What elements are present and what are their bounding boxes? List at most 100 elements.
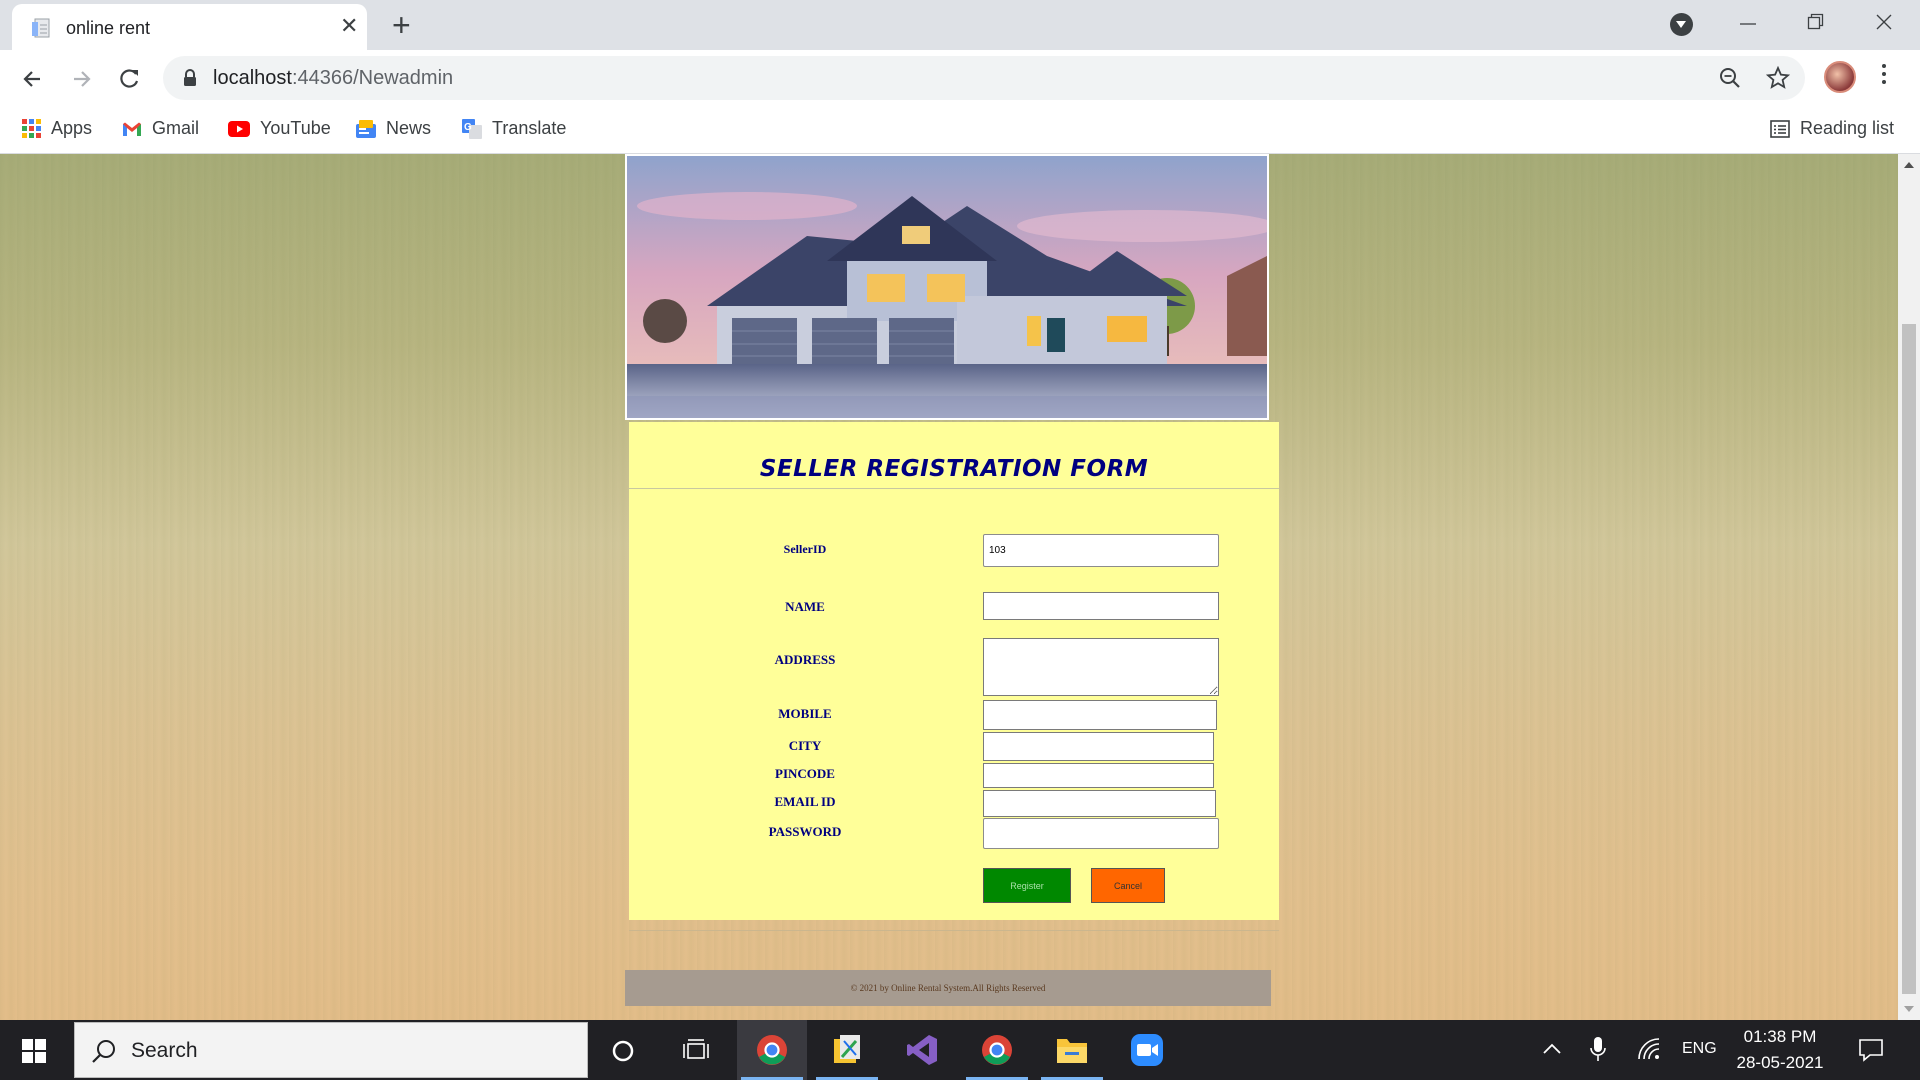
browser-tabstrip: online rent ✕ + — [0, 0, 1920, 50]
zoom-icon[interactable] — [1718, 66, 1742, 90]
svg-text:G: G — [464, 122, 472, 133]
reading-list-button[interactable]: Reading list — [1770, 118, 1894, 139]
windows-taskbar: Search ENG 01:38 PM 28-05-2021 — [0, 1020, 1920, 1080]
taskbar-search-box[interactable]: Search — [74, 1022, 588, 1078]
bookmarks-bar: Apps Gmail YouTube News G Translate Read… — [0, 106, 1920, 154]
register-button[interactable]: Register — [983, 868, 1071, 903]
house-photo — [627, 156, 1267, 418]
reading-list-label: Reading list — [1800, 118, 1895, 138]
close-window-icon[interactable] — [1874, 12, 1894, 32]
chrome-icon — [757, 1035, 787, 1065]
pincode-label: PINCODE — [775, 766, 835, 781]
restore-icon[interactable] — [1806, 12, 1826, 32]
address-bar[interactable]: localhost:44366/Newadmin — [163, 56, 1805, 100]
mobile-label: MOBILE — [778, 706, 832, 721]
name-input[interactable] — [983, 592, 1219, 620]
apps-grid-icon — [22, 119, 41, 138]
address-label: ADDRESS — [774, 652, 836, 667]
show-hidden-icons-icon[interactable] — [1541, 1042, 1563, 1056]
close-tab-icon[interactable]: ✕ — [340, 15, 358, 37]
footer-text: © 2021 by Online Rental System.All Right… — [850, 983, 1046, 993]
mobile-input[interactable] — [983, 700, 1217, 730]
password-label: PASSWORD — [768, 824, 842, 839]
taskbar-zoom[interactable] — [1112, 1020, 1182, 1080]
taskbar-file-explorer[interactable] — [1037, 1020, 1107, 1080]
taskbar-chrome-second[interactable] — [962, 1020, 1032, 1080]
email-label: EMAIL ID — [774, 794, 836, 809]
bookmark-gmail[interactable]: Gmail — [122, 118, 199, 139]
page-scrollbar[interactable] — [1898, 154, 1920, 1020]
sellerid-input[interactable] — [983, 534, 1219, 567]
city-label: CITY — [788, 738, 822, 753]
bookmark-label: Gmail — [152, 118, 200, 138]
forward-icon[interactable] — [64, 62, 98, 96]
zoom-meeting-icon — [1131, 1034, 1163, 1066]
bookmark-label: Translate — [492, 118, 567, 138]
bookmark-star-icon[interactable] — [1766, 66, 1790, 90]
task-view-icon[interactable] — [683, 1039, 709, 1063]
app-editor-icon — [834, 1035, 860, 1063]
bookmark-translate[interactable]: G Translate — [462, 118, 566, 139]
folder-icon — [1057, 1039, 1087, 1063]
browser-tab[interactable]: online rent ✕ — [12, 4, 367, 50]
house-banner-image — [625, 154, 1269, 420]
url-path: :44366/Newadmin — [291, 67, 454, 89]
notifications-icon[interactable] — [1858, 1038, 1884, 1062]
address-textarea[interactable] — [983, 638, 1219, 696]
language-indicator[interactable]: ENG — [1682, 1040, 1717, 1058]
bookmark-apps[interactable]: Apps — [22, 118, 92, 139]
bookmark-news[interactable]: News — [356, 118, 431, 139]
minimize-icon[interactable] — [1738, 14, 1758, 34]
cortana-icon[interactable] — [611, 1039, 635, 1063]
back-icon[interactable] — [16, 62, 50, 96]
city-input[interactable] — [983, 732, 1214, 761]
tab-title: online rent — [66, 18, 151, 38]
bookmark-label: News — [386, 118, 432, 138]
title-divider — [629, 488, 1279, 489]
scroll-down-icon[interactable] — [1904, 1006, 1914, 1012]
form-title: SELLER REGISTRATION FORM — [759, 456, 1149, 482]
taskbar-app-editor[interactable] — [812, 1020, 882, 1080]
page-icon — [32, 18, 50, 38]
lock-icon[interactable] — [183, 69, 197, 87]
sellerid-label: SellerID — [783, 542, 827, 556]
bookmark-label: YouTube — [260, 118, 331, 138]
taskbar-chrome-active[interactable] — [737, 1020, 807, 1080]
page-viewport: SELLER REGISTRATION FORM SellerID NAME A… — [0, 154, 1898, 1020]
page-footer: © 2021 by Online Rental System.All Right… — [625, 970, 1271, 1006]
visual-studio-icon — [907, 1035, 937, 1065]
wifi-icon[interactable] — [1637, 1037, 1661, 1061]
bookmark-label: Apps — [51, 118, 93, 138]
footer-divider — [629, 930, 1279, 931]
reading-list-icon — [1770, 119, 1790, 138]
cancel-button[interactable]: Cancel — [1091, 868, 1165, 903]
gmail-icon — [123, 122, 141, 136]
pincode-input[interactable] — [983, 763, 1214, 788]
translate-icon: G — [462, 118, 482, 139]
password-input[interactable] — [983, 818, 1219, 849]
taskbar-visual-studio[interactable] — [887, 1020, 957, 1080]
windows-start-icon[interactable] — [22, 1039, 46, 1063]
url-text[interactable]: localhost:44366/Newadmin — [213, 67, 453, 90]
system-clock[interactable]: 01:38 PM 28-05-2021 — [1720, 1024, 1840, 1076]
clock-date: 28-05-2021 — [1736, 1053, 1824, 1072]
scroll-thumb[interactable] — [1902, 324, 1916, 994]
tab-search-icon[interactable] — [1670, 13, 1693, 36]
taskbar-search-placeholder: Search — [131, 1039, 198, 1062]
scroll-up-icon[interactable] — [1904, 162, 1914, 168]
clock-time: 01:38 PM — [1743, 1027, 1817, 1046]
search-icon — [92, 1040, 115, 1063]
email-input[interactable] — [983, 790, 1216, 817]
chrome-icon — [982, 1035, 1012, 1065]
new-tab-icon[interactable]: + — [392, 8, 411, 42]
news-icon — [356, 119, 376, 138]
profile-avatar[interactable] — [1824, 61, 1856, 93]
microphone-icon[interactable] — [1590, 1036, 1606, 1062]
bookmark-youtube[interactable]: YouTube — [228, 118, 331, 139]
url-host: localhost — [213, 67, 292, 89]
youtube-icon — [228, 120, 250, 137]
reload-icon[interactable] — [112, 62, 146, 96]
seller-registration-form: SELLER REGISTRATION FORM SellerID NAME A… — [629, 422, 1279, 920]
browser-menu-icon[interactable] — [1882, 64, 1888, 88]
name-label: NAME — [785, 599, 825, 614]
